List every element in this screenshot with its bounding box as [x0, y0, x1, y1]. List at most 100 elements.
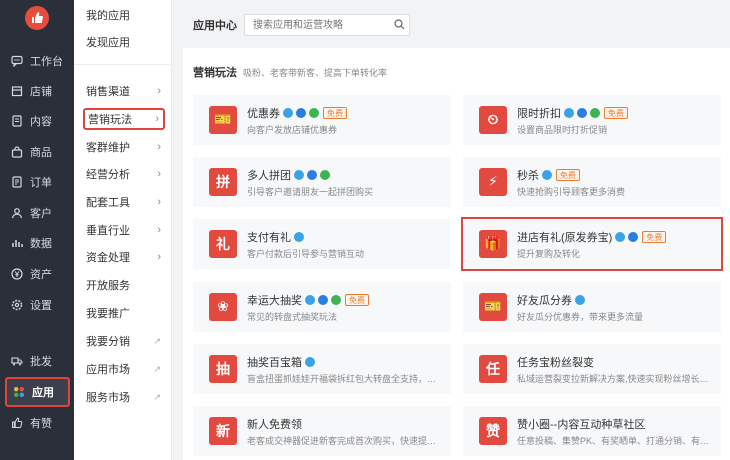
logo[interactable] — [25, 6, 49, 30]
app-card[interactable]: 赞赞小圈--内容互动种草社区任意投稿、集赞PK、有奖晒单、打通分销、有奖晒... — [463, 406, 721, 456]
sub-item-discover-apps[interactable]: 发现应用 — [83, 31, 165, 53]
channel-badge-icon — [309, 108, 319, 118]
chat-icon — [11, 55, 23, 67]
app-desc: 老客成交神器促进新客完成首次购买，快速提升新客... — [247, 436, 442, 446]
app-title-row: 赞小圈--内容互动种草社区 — [517, 416, 645, 432]
chevron-right-icon: › — [157, 196, 161, 208]
sub-item-analysis[interactable]: 经营分析 › — [83, 163, 165, 185]
nav-item-apps[interactable]: 应用 — [5, 377, 70, 407]
section-desc: 吸粉、老客带新客、提高下单转化率 — [243, 68, 388, 78]
app-card[interactable]: ⚡ 秒杀 免费 快速抢购引导顾客更多消费 — [463, 157, 721, 207]
app-card[interactable]: 任任务宝粉丝裂变 私域运营裂变拉新解决方案,快速实现粉丝增长，公... — [463, 344, 721, 394]
app-card[interactable]: 新新人免费领老客成交神器促进新客完成首次购买，快速提升新客... — [193, 406, 451, 456]
channel-badge-icon — [320, 170, 330, 180]
app-card[interactable]: 礼支付有礼 客户付款后引导参与营销互动 — [193, 219, 451, 269]
app-card[interactable]: 抽抽奖百宝箱 盲盒扭蛋抓娃娃开福袋拆红包大转盘全支持，付费抽... — [193, 344, 451, 394]
external-link-icon: ↗ — [153, 391, 161, 402]
main-nav: 工作台 店铺 内容 商品 订单 客户 数据 资产 设置 批发 应用 有赞 — [0, 0, 74, 460]
free-badge: 免费 — [323, 107, 347, 119]
apps-icon — [13, 386, 25, 398]
nav-item-youzan[interactable]: 有赞 — [0, 409, 74, 437]
channel-badge-icon — [296, 108, 306, 118]
sub-item-marketing[interactable]: 营销玩法 › — [83, 108, 165, 130]
app-card[interactable]: 🎁 进店有礼(原发券宝) 免费 提升复购及转化 — [461, 217, 723, 271]
app-title: 幸运大抽奖 — [247, 295, 302, 307]
app-title-row: 优惠券 免费 — [247, 105, 347, 121]
nav-item-goods[interactable]: 商品 — [0, 138, 74, 166]
nav-item-label: 商品 — [30, 147, 52, 159]
sub-item-tools[interactable]: 配套工具 › — [83, 191, 165, 213]
yen-icon — [11, 268, 23, 280]
app-icon: 新 — [209, 417, 237, 445]
document-icon — [11, 115, 23, 127]
chevron-right-icon: › — [157, 85, 161, 97]
sub-item-customer-care[interactable]: 客群维护 › — [83, 136, 165, 158]
app-card[interactable]: ❀ 幸运大抽奖 免费 常见的转盘式抽奖玩法 — [193, 282, 451, 332]
top-bar: 应用中心 — [183, 0, 730, 48]
app-title: 进店有礼(原发券宝) — [517, 232, 613, 244]
search-icon[interactable] — [394, 19, 405, 30]
chevron-right-icon: › — [155, 113, 159, 125]
nav-item-label: 数据 — [30, 238, 52, 250]
nav-item-label: 资产 — [30, 269, 52, 281]
user-icon — [11, 207, 23, 219]
app-desc: 好友瓜分优惠券，带来更多流量 — [517, 312, 644, 322]
channel-badge-icon — [294, 232, 304, 242]
divider — [74, 64, 172, 65]
search-input[interactable] — [244, 14, 410, 36]
app-title: 秒杀 — [517, 170, 539, 182]
free-badge: 免费 — [556, 169, 580, 181]
app-icon: 拼 — [209, 168, 237, 196]
sub-item-app-market[interactable]: 应用市场 ↗ — [83, 358, 165, 380]
nav-item-store[interactable]: 店铺 — [0, 77, 74, 105]
nav-item-wholesale[interactable]: 批发 — [0, 347, 74, 375]
app-title-row: 秒杀 免费 — [517, 167, 580, 183]
app-title-row: 好友瓜分券 — [517, 292, 585, 308]
app-desc: 设置商品限时打折促销 — [517, 125, 608, 135]
thumb-up-icon — [11, 417, 23, 429]
channel-badge-icon — [628, 232, 639, 242]
sub-item-my-apps[interactable]: 我的应用 — [83, 4, 165, 26]
sub-item-funds[interactable]: 资金处理 › — [83, 246, 165, 268]
free-badge: 免费 — [642, 231, 667, 243]
app-title-row: 任务宝粉丝裂变 — [517, 354, 594, 370]
order-icon — [11, 176, 23, 188]
nav-item-content[interactable]: 内容 — [0, 107, 74, 135]
nav-item-customers[interactable]: 客户 — [0, 199, 74, 227]
sub-item-promotion[interactable]: 我要推广 — [83, 302, 165, 324]
channel-badge-icon — [305, 357, 315, 367]
nav-item-settings[interactable]: 设置 — [0, 291, 74, 319]
nav-item-data[interactable]: 数据 — [0, 229, 74, 257]
app-icon: 🎫 — [209, 106, 237, 134]
section-title: 营销玩法 — [193, 67, 237, 79]
bag-icon — [11, 146, 23, 158]
nav-item-orders[interactable]: 订单 — [0, 168, 74, 196]
sub-item-distribution[interactable]: 我要分销 ↗ — [83, 330, 165, 352]
app-title-row: 新人免费领 — [247, 416, 302, 432]
store-icon — [11, 85, 23, 97]
app-title-row: 进店有礼(原发券宝) 免费 — [517, 229, 667, 245]
app-icon: 🎁 — [479, 230, 507, 258]
nav-item-workbench[interactable]: 工作台 — [0, 47, 74, 75]
sub-item-service-market[interactable]: 服务市场 ↗ — [83, 386, 165, 408]
app-card[interactable]: 🎫 优惠券 免费向客户发放店铺优惠券 — [193, 95, 451, 145]
sub-item-industry[interactable]: 垂直行业 › — [83, 219, 165, 241]
channel-badge-icon — [331, 295, 341, 305]
channel-badge-icon — [615, 232, 626, 242]
app-icon: ❀ — [209, 293, 237, 321]
channel-badge-icon — [564, 108, 574, 118]
nav-item-assets[interactable]: 资产 — [0, 260, 74, 288]
app-icon: 赞 — [479, 417, 507, 445]
app-card[interactable]: 拼多人拼团 引导客户邀请朋友一起拼团购买 — [193, 157, 451, 207]
app-title: 任务宝粉丝裂变 — [517, 357, 594, 369]
app-card[interactable]: 🎫 好友瓜分券 好友瓜分优惠券，带来更多流量 — [463, 282, 721, 332]
app-title-row: 限时折扣 免费 — [517, 105, 628, 121]
channel-badge-icon — [283, 108, 293, 118]
app-card[interactable]: ⏲ 限时折扣 免费 设置商品限时打折促销 — [463, 95, 721, 145]
sub-item-open-service[interactable]: 开放服务 — [83, 274, 165, 296]
app-desc: 任意投稿、集赞PK、有奖晒单、打通分销、有奖晒... — [517, 436, 712, 446]
sub-item-sales-channels[interactable]: 销售渠道 › — [83, 80, 165, 102]
channel-badge-icon — [590, 108, 600, 118]
app-title-row: 幸运大抽奖 免费 — [247, 292, 369, 308]
app-desc: 向客户发放店铺优惠券 — [247, 125, 338, 135]
